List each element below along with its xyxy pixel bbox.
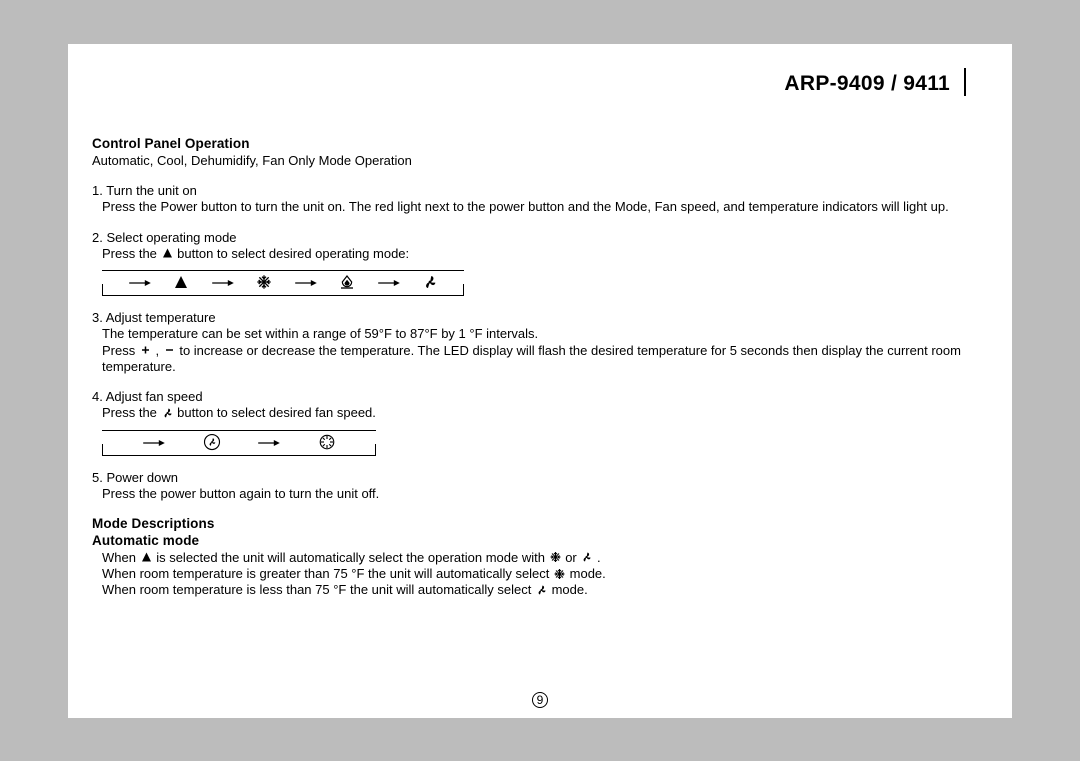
step-4-body-b: button to select desired fan speed. xyxy=(177,405,376,420)
step-5-label: 5. Power down xyxy=(92,470,988,486)
auto-icon xyxy=(173,274,189,290)
step-4: 4. Adjust fan speed Press the button to … xyxy=(92,389,988,456)
arrow-icon xyxy=(211,279,235,287)
step-2-body-b: button to select desired operating mode: xyxy=(177,246,409,261)
step-2-body: Press the button to select desired opera… xyxy=(92,246,988,262)
arrow-icon xyxy=(142,439,166,447)
mode-desc-line-1: When is selected the unit will automatic… xyxy=(92,550,988,566)
fan-circle-icon xyxy=(203,433,221,451)
step-4-label: 4. Adjust fan speed xyxy=(92,389,988,405)
step-4-body: Press the button to select desired fan s… xyxy=(92,405,988,421)
step-2-label: 2. Select operating mode xyxy=(92,230,988,246)
mode-desc-line-3: When room temperature is less than 75 °F… xyxy=(92,582,988,598)
page-number-value: 9 xyxy=(537,693,544,707)
step-1-label: 1. Turn the unit on xyxy=(92,183,988,199)
md-l2-a: When room temperature is greater than 75… xyxy=(102,566,553,581)
auto-icon xyxy=(161,247,174,259)
md-l1-d: . xyxy=(597,550,601,565)
step-3-body1: The temperature can be set within a rang… xyxy=(92,326,988,342)
md-l3-b: mode. xyxy=(552,582,588,597)
md-l2-b: mode. xyxy=(570,566,606,581)
plus-icon xyxy=(139,344,152,356)
page-content: Control Panel Operation Automatic, Cool,… xyxy=(92,136,988,599)
step-1-body: Press the Power button to turn the unit … xyxy=(92,199,988,215)
sun-icon xyxy=(318,433,336,451)
arrow-icon xyxy=(294,279,318,287)
minus-icon xyxy=(163,344,176,356)
step-2: 2. Select operating mode Press the butto… xyxy=(92,230,988,297)
step-3-body2-a: Press xyxy=(102,343,139,358)
fan-icon xyxy=(422,274,438,290)
step-3-label: 3. Adjust temperature xyxy=(92,310,988,326)
arrow-icon xyxy=(128,279,152,287)
snowflake-icon xyxy=(256,274,272,290)
md-l1-b: is selected the unit will automatically … xyxy=(156,550,548,565)
step-3-body2-c: to increase or decrease the temperature.… xyxy=(102,343,961,374)
fan-icon xyxy=(161,407,174,419)
arrow-icon xyxy=(377,279,401,287)
md-l3-a: When room temperature is less than 75 °F… xyxy=(102,582,535,597)
step-3: 3. Adjust temperature The temperature ca… xyxy=(92,310,988,375)
model-number: ARP-9409 / 9411 xyxy=(784,72,950,96)
step-4-body-a: Press the xyxy=(102,405,161,420)
manual-page: ARP-9409 / 9411 Control Panel Operation … xyxy=(68,44,1012,718)
step-5-body: Press the power button again to turn the… xyxy=(92,486,988,502)
snowflake-icon xyxy=(549,551,562,563)
section-subtitle: Automatic, Cool, Dehumidify, Fan Only Mo… xyxy=(92,153,988,169)
mode-cycle-diagram xyxy=(102,270,464,296)
arrow-icon xyxy=(257,439,281,447)
step-2-body-a: Press the xyxy=(102,246,161,261)
fan-icon xyxy=(535,584,548,596)
dehumidify-icon xyxy=(339,274,355,290)
md-l1-c: or xyxy=(565,550,580,565)
snowflake-icon xyxy=(553,568,566,580)
fan-icon xyxy=(580,551,593,563)
mode-desc-line-2: When room temperature is greater than 75… xyxy=(92,566,988,582)
page-header: ARP-9409 / 9411 xyxy=(784,62,966,96)
section-heading: Control Panel Operation xyxy=(92,136,988,153)
header-divider xyxy=(964,68,966,96)
step-3-body2: Press , to increase or decrease the temp… xyxy=(92,343,988,376)
step-1: 1. Turn the unit on Press the Power butt… xyxy=(92,183,988,216)
fan-cycle-diagram xyxy=(102,430,376,456)
step-3-body2-b: , xyxy=(155,343,162,358)
page-number: 9 xyxy=(532,692,548,708)
section-subheading-2: Automatic mode xyxy=(92,533,988,550)
auto-icon xyxy=(140,551,153,563)
step-5: 5. Power down Press the power button aga… xyxy=(92,470,988,503)
section-heading-2: Mode Descriptions xyxy=(92,516,988,533)
md-l1-a: When xyxy=(102,550,140,565)
